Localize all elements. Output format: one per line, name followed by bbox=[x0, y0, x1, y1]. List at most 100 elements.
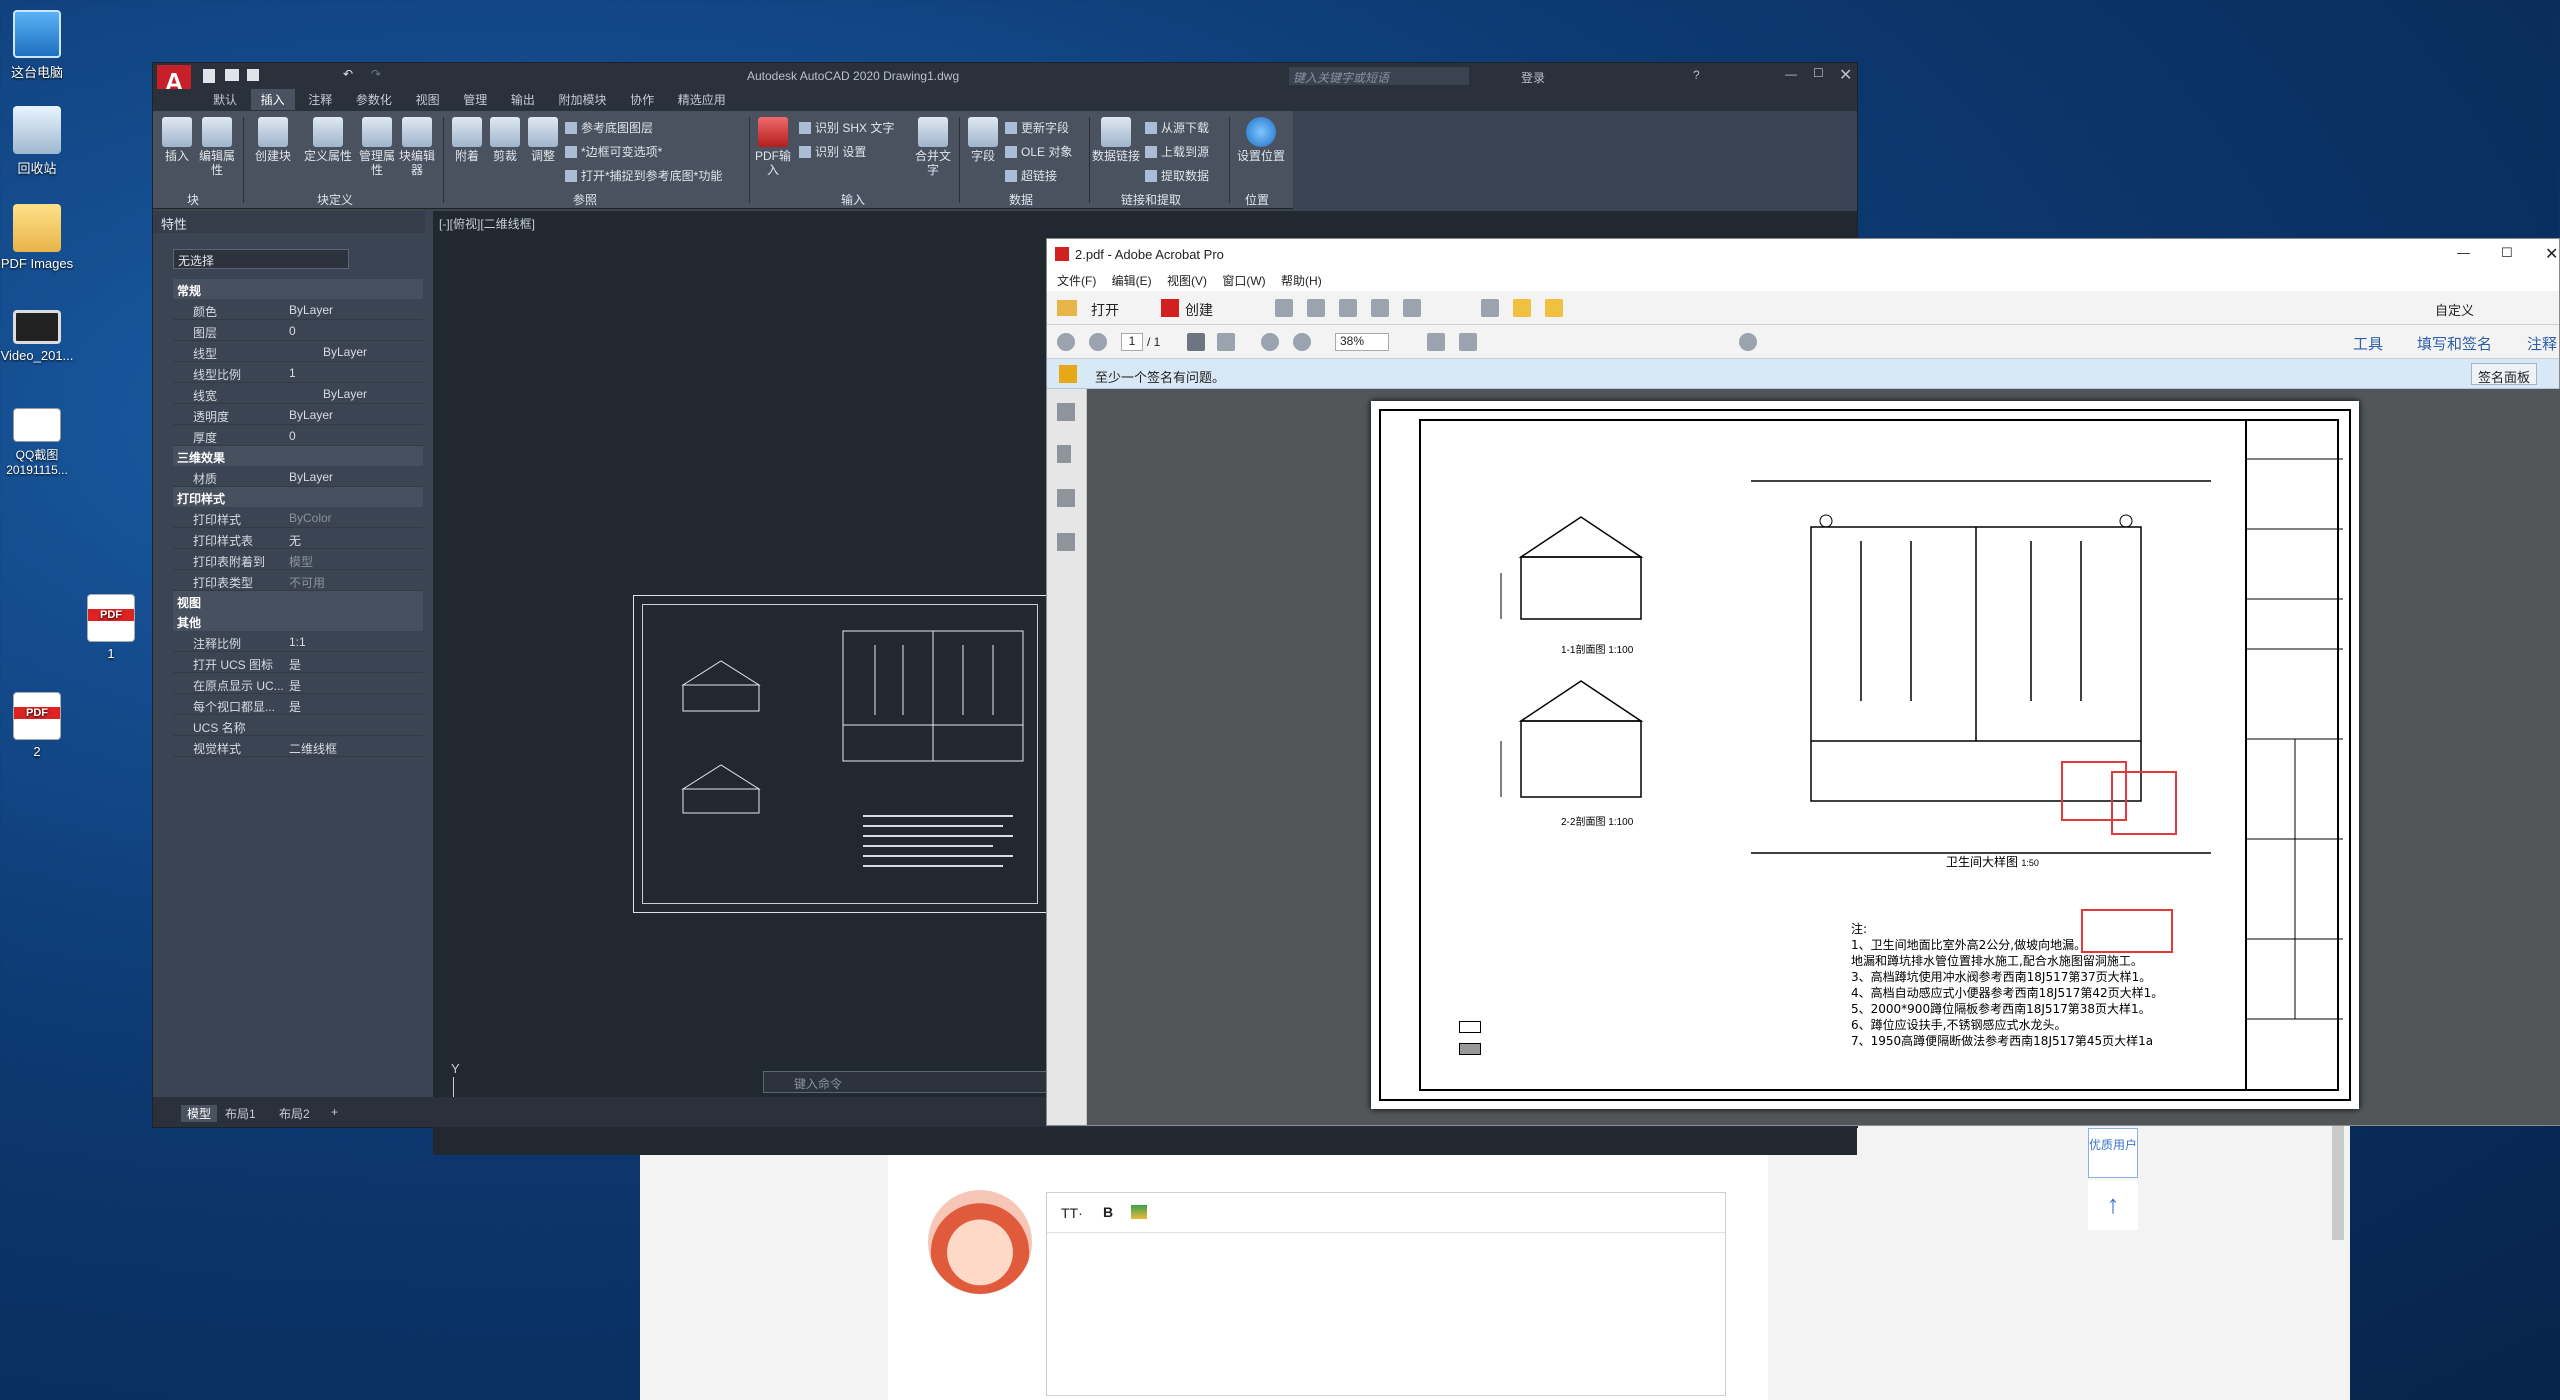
prop-row[interactable]: 材质 ByLayer bbox=[173, 466, 423, 487]
fit-page-icon[interactable] bbox=[1427, 333, 1445, 351]
download-source-button[interactable]: 从源下载 bbox=[1145, 119, 1209, 136]
signature-panel-button[interactable]: 签名面板 bbox=[2471, 363, 2538, 385]
save-icon[interactable] bbox=[1275, 299, 1293, 317]
upload-source-button[interactable]: 上载到源 bbox=[1145, 143, 1209, 160]
help-icon[interactable]: ? bbox=[1693, 68, 1700, 82]
comment-editor[interactable]: TT· B bbox=[1046, 1192, 1726, 1396]
group-data[interactable]: 数据 bbox=[1009, 191, 1033, 208]
font-size-button[interactable]: TT· bbox=[1061, 1205, 1083, 1221]
desktop-icon-video[interactable]: Video_201... bbox=[0, 310, 76, 363]
tab-parametric[interactable]: 参数化 bbox=[346, 89, 402, 110]
bookmarks-icon[interactable] bbox=[1057, 445, 1071, 463]
tab-collaborate[interactable]: 协作 bbox=[620, 89, 664, 110]
tab-output[interactable]: 输出 bbox=[501, 89, 545, 110]
block-editor-button[interactable]: 块编辑器 bbox=[397, 117, 437, 177]
tab-layout2[interactable]: 布局2 bbox=[279, 1105, 310, 1122]
desktop-icon-pdf-images[interactable]: PDF Images bbox=[0, 204, 76, 271]
field-button[interactable]: 字段 bbox=[963, 117, 1003, 163]
minimize-button[interactable]: — bbox=[2457, 245, 2470, 260]
menu-file[interactable]: 文件(F) bbox=[1051, 269, 1102, 292]
tab-featured-apps[interactable]: 精选应用 bbox=[668, 89, 736, 110]
comment-icon[interactable] bbox=[1513, 299, 1531, 317]
combine-text-button[interactable]: 合并文字 bbox=[913, 117, 953, 177]
section-misc[interactable]: 其他 bbox=[173, 611, 423, 631]
page-number-input[interactable]: 1 bbox=[1121, 333, 1143, 351]
menu-window[interactable]: 窗口(W) bbox=[1216, 269, 1271, 292]
desktop-icon-pdf-2[interactable]: 2 bbox=[0, 692, 76, 759]
folder-open-icon[interactable] bbox=[1057, 300, 1077, 316]
menu-help[interactable]: 帮助(H) bbox=[1275, 269, 1328, 292]
insert-button[interactable]: 插入 bbox=[157, 117, 197, 163]
desktop-icon-pdf-1[interactable]: 1 bbox=[72, 594, 150, 661]
group-location[interactable]: 位置 bbox=[1245, 191, 1269, 208]
desktop-icon-recycle-bin[interactable]: 回收站 bbox=[0, 106, 76, 177]
snap-underlay-button[interactable]: 打开*捕捉到参考底图*功能 bbox=[565, 167, 722, 184]
create-block-button[interactable]: 创建块 bbox=[253, 117, 293, 163]
prop-row[interactable]: 每个视口都显... 是 bbox=[173, 694, 423, 715]
zoom-out-icon[interactable] bbox=[1261, 333, 1279, 351]
print-icon[interactable] bbox=[1339, 299, 1357, 317]
add-layout-button[interactable]: + bbox=[331, 1105, 338, 1119]
select-tool-icon[interactable] bbox=[1187, 333, 1205, 351]
new-icon[interactable] bbox=[203, 69, 215, 83]
prop-row[interactable]: 在原点显示 UC... 是 bbox=[173, 673, 423, 694]
fit-width-icon[interactable] bbox=[1459, 333, 1477, 351]
save-icon[interactable] bbox=[247, 69, 259, 81]
frame-variable-button[interactable]: *边框可变选项* bbox=[565, 143, 662, 160]
group-reference[interactable]: 参照 bbox=[573, 191, 597, 208]
prop-row[interactable]: 厚度 0 bbox=[173, 425, 423, 446]
ole-object-button[interactable]: OLE 对象 bbox=[1005, 143, 1072, 160]
hand-tool-icon[interactable] bbox=[1217, 333, 1235, 351]
edit-attribute-button[interactable]: 编辑属性 bbox=[197, 117, 237, 177]
next-page-icon[interactable] bbox=[1089, 333, 1107, 351]
document-viewer[interactable]: 卫生间大样图 1:50 1-1剖面图 1:100 2-2剖面图 1:100 注:… bbox=[1087, 389, 2560, 1125]
desktop-icon-this-pc[interactable]: 这台电脑 bbox=[0, 10, 76, 81]
prop-row[interactable]: 线型比例 1 bbox=[173, 362, 423, 383]
prop-row[interactable]: 图层 0 bbox=[173, 320, 423, 341]
image-icon[interactable] bbox=[1131, 1205, 1147, 1219]
menu-view[interactable]: 视图(V) bbox=[1161, 269, 1213, 292]
prop-row[interactable]: 打印样式 ByColor bbox=[173, 507, 423, 528]
open-button[interactable]: 打开 bbox=[1091, 300, 1119, 320]
command-line-input[interactable]: 键入命令 bbox=[763, 1071, 1063, 1093]
pdf-page[interactable]: 卫生间大样图 1:50 1-1剖面图 1:100 2-2剖面图 1:100 注:… bbox=[1371, 401, 2359, 1109]
signatures-icon[interactable] bbox=[1057, 533, 1075, 551]
pdf-import-button[interactable]: PDF输入 bbox=[753, 117, 793, 177]
selection-dropdown[interactable]: 无选择 bbox=[173, 249, 349, 269]
menu-edit[interactable]: 编辑(E) bbox=[1106, 269, 1158, 292]
tools-button[interactable]: 工具 bbox=[2353, 333, 2383, 354]
close-button[interactable]: ✕ bbox=[2545, 244, 2558, 264]
comment-button[interactable]: 注释 bbox=[2527, 333, 2557, 354]
stamp-icon[interactable] bbox=[1545, 299, 1563, 317]
prop-row[interactable]: 透明度 ByLayer bbox=[173, 404, 423, 425]
extract-data-button[interactable]: 提取数据 bbox=[1145, 167, 1209, 184]
recognize-shx-button[interactable]: 识别 SHX 文字 bbox=[799, 119, 894, 136]
login-button[interactable]: 登录 bbox=[1521, 69, 1545, 86]
hyperlink-button[interactable]: 超链接 bbox=[1005, 167, 1057, 184]
tab-annotate[interactable]: 注释 bbox=[298, 89, 342, 110]
prop-row[interactable]: 打开 UCS 图标是 bbox=[173, 652, 423, 673]
tab-addins[interactable]: 附加模块 bbox=[548, 89, 616, 110]
open-icon[interactable] bbox=[225, 69, 239, 81]
clip-button[interactable]: 剪裁 bbox=[485, 117, 525, 163]
maximize-button[interactable]: ☐ bbox=[1813, 66, 1824, 80]
email-icon[interactable] bbox=[1403, 299, 1421, 317]
attach-button[interactable]: 附着 bbox=[447, 117, 487, 163]
define-attribute-button[interactable]: 定义属性 bbox=[303, 117, 353, 163]
back-to-top-icon[interactable]: ↑ bbox=[2088, 1180, 2138, 1230]
drawing-sheet[interactable] bbox=[633, 595, 1085, 913]
redo-icon[interactable]: ↷ bbox=[371, 67, 381, 81]
close-button[interactable]: ✕ bbox=[1839, 65, 1852, 85]
premium-user-badge[interactable]: 优质用户 bbox=[2088, 1128, 2138, 1178]
group-import[interactable]: 输入 bbox=[841, 191, 865, 208]
data-link-button[interactable]: 数据链接 bbox=[1091, 117, 1141, 163]
maximize-button[interactable]: ☐ bbox=[2501, 245, 2513, 261]
adjust-button[interactable]: 调整 bbox=[523, 117, 563, 163]
edit-icon[interactable] bbox=[1371, 299, 1389, 317]
section-view[interactable]: 视图 bbox=[173, 591, 423, 611]
viewport-label[interactable]: [-][俯视][二维线框] bbox=[439, 215, 535, 232]
prop-row[interactable]: 打印样式表无 bbox=[173, 528, 423, 549]
attachments-icon[interactable] bbox=[1057, 489, 1075, 507]
recognize-settings-button[interactable]: 识别 设置 bbox=[799, 143, 866, 160]
prop-row[interactable]: 打印表附着到 模型 bbox=[173, 549, 423, 570]
